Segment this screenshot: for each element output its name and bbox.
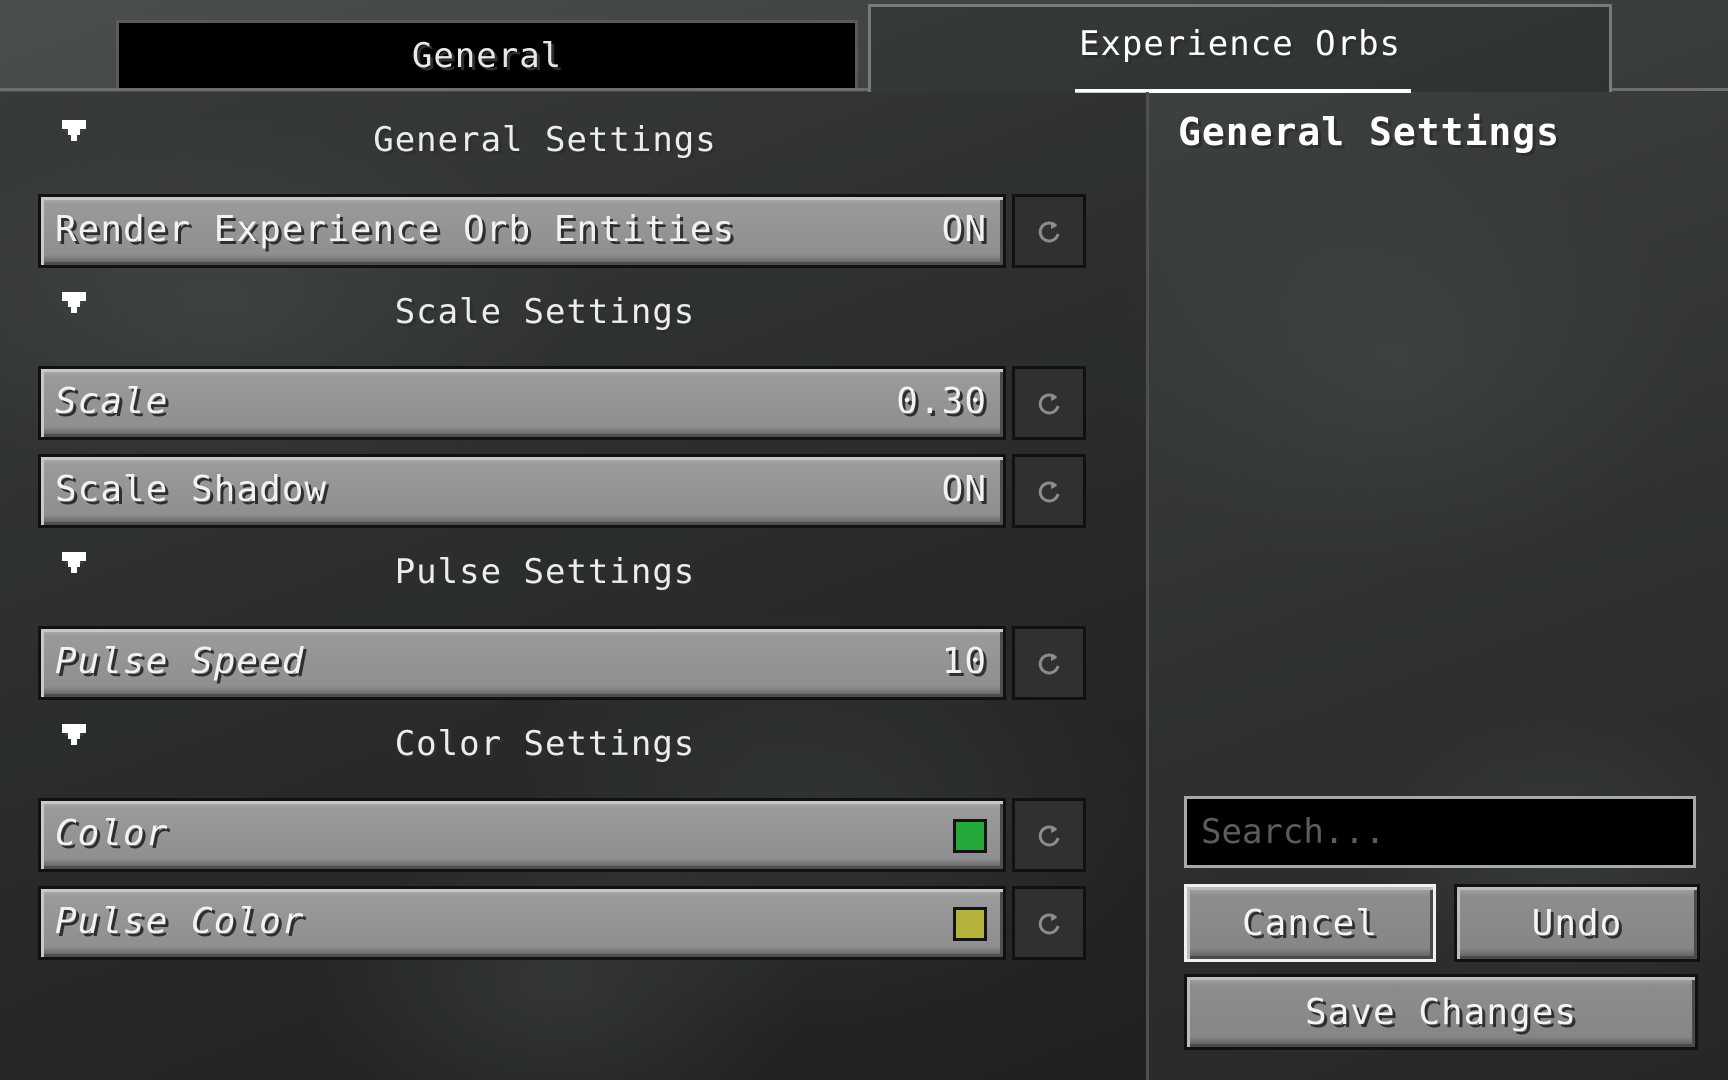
tab-experience-orbs[interactable]: Experience Orbs [868, 4, 1612, 93]
reset-button-pulse-speed[interactable] [1012, 626, 1086, 700]
save-changes-button-label: Save Changes [1304, 991, 1578, 1033]
tab-general[interactable]: General [116, 20, 858, 88]
entry-value: 10 [941, 641, 987, 682]
section-header-pulse-settings[interactable]: Pulse Settings [0, 548, 1090, 598]
reset-icon [1038, 913, 1060, 935]
color-swatch [953, 819, 987, 853]
reset-button-pulse-color[interactable] [1012, 886, 1086, 960]
entry-label: Color [55, 813, 169, 854]
section-title: Scale Settings [394, 292, 696, 332]
entry-value: ON [941, 469, 987, 510]
reset-icon [1038, 825, 1060, 847]
section-header-general-settings[interactable]: General Settings [0, 116, 1090, 166]
tab-bar-baseline-right [1610, 88, 1728, 91]
tab-experience-orbs-label: Experience Orbs [1078, 23, 1402, 64]
reset-icon [1038, 653, 1060, 675]
cancel-button[interactable]: Cancel [1184, 884, 1436, 962]
entry-label: Pulse Color [55, 901, 305, 942]
section-title: Color Settings [394, 724, 696, 764]
search-input[interactable] [1184, 796, 1696, 868]
entry-scale[interactable]: Scale 0.30 [38, 366, 1006, 440]
reset-button-scale-shadow[interactable] [1012, 454, 1086, 528]
reset-icon [1038, 481, 1060, 503]
reset-button-color[interactable] [1012, 798, 1086, 872]
entry-scale-shadow[interactable]: Scale Shadow ON [38, 454, 1006, 528]
tab-general-label: General [411, 35, 563, 76]
entry-render-experience-orb-entities[interactable]: Render Experience Orb Entities ON [38, 194, 1006, 268]
cancel-button-label: Cancel [1241, 902, 1379, 944]
panel-divider [1146, 92, 1149, 1080]
reset-icon [1038, 221, 1060, 243]
section-header-scale-settings[interactable]: Scale Settings [0, 288, 1090, 338]
config-entry-list[interactable]: General Settings Render Experience Orb E… [0, 92, 1146, 1080]
detail-title: General Settings [1178, 110, 1561, 154]
undo-button-label: Undo [1531, 902, 1623, 944]
entry-pulse-speed[interactable]: Pulse Speed 10 [38, 626, 1006, 700]
tab-bar-baseline-left [0, 88, 870, 91]
entry-pulse-color[interactable]: Pulse Color [38, 886, 1006, 960]
reset-icon [1038, 393, 1060, 415]
reset-button-scale[interactable] [1012, 366, 1086, 440]
entry-color[interactable]: Color [38, 798, 1006, 872]
entry-label: Scale [55, 381, 169, 422]
section-title: General Settings [373, 120, 717, 160]
entry-label: Scale Shadow [55, 469, 328, 510]
save-changes-button[interactable]: Save Changes [1184, 974, 1698, 1050]
section-title: Pulse Settings [394, 552, 696, 592]
entry-value: ON [941, 209, 987, 250]
reset-button-render-experience-orb-entities[interactable] [1012, 194, 1086, 268]
entry-label: Pulse Speed [55, 641, 305, 682]
entry-value: 0.30 [896, 381, 987, 422]
section-header-color-settings[interactable]: Color Settings [0, 720, 1090, 770]
entry-label: Render Experience Orb Entities [55, 209, 736, 250]
undo-button[interactable]: Undo [1454, 884, 1700, 962]
pulse-color-swatch [953, 907, 987, 941]
